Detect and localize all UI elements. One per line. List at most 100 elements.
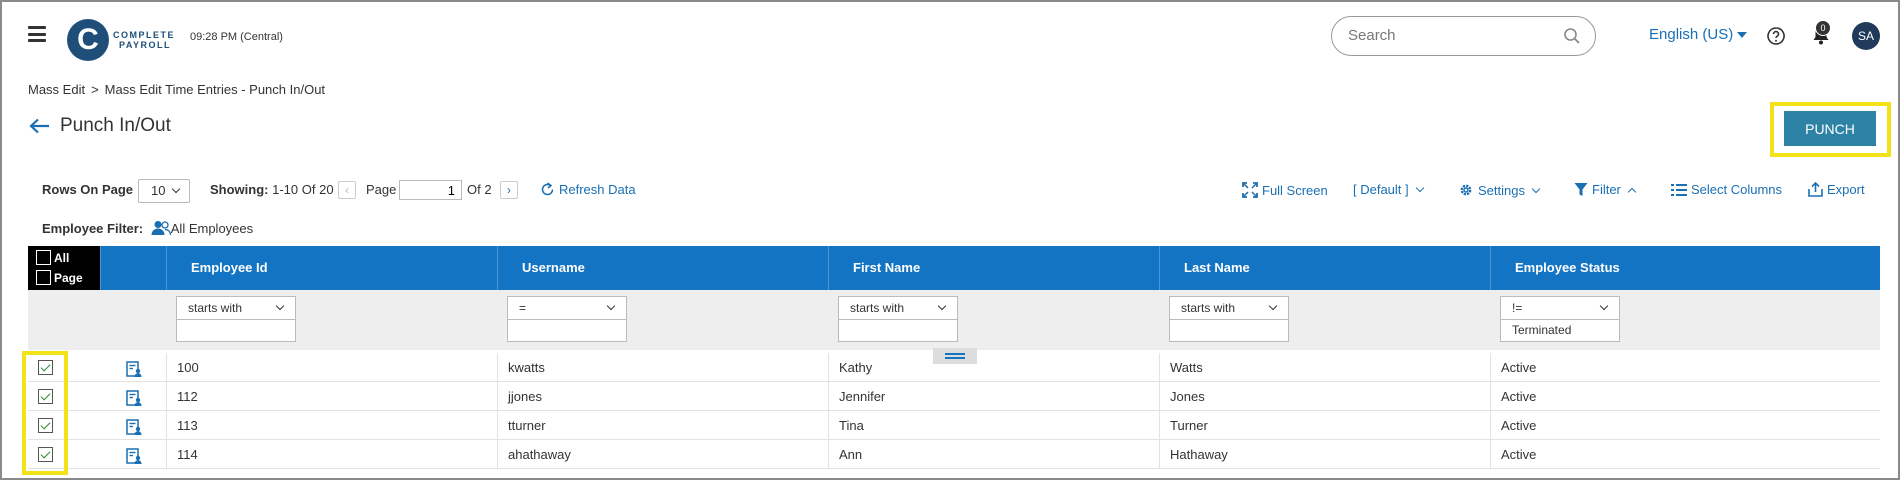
filter-operator-select[interactable]: starts with	[176, 296, 296, 320]
breadcrumb: Mass Edit > Mass Edit Time Entries - Punch…	[28, 82, 325, 97]
select-page-checkbox[interactable]	[36, 270, 51, 285]
clock-text: 09:28 PM (Central)	[190, 31, 283, 43]
chevron-up-icon	[1627, 187, 1637, 197]
filter-value-input[interactable]	[1169, 320, 1289, 342]
cell-employee-id: 114	[166, 440, 497, 469]
employee-filter-selector[interactable]: All Employees	[151, 221, 253, 236]
employee-record-icon[interactable]	[126, 361, 142, 377]
filter-last-name: starts with	[1169, 296, 1289, 342]
filter-operator-value: !=	[1512, 301, 1523, 315]
employee-record-icon[interactable]	[126, 448, 142, 464]
export-icon	[1808, 181, 1823, 197]
chevron-down-icon	[1531, 184, 1541, 194]
employee-filter: Employee Filter: All Employees	[42, 220, 253, 236]
default-view-dropdown[interactable]: [ Default ]	[1353, 182, 1424, 197]
rows-on-page-label: Rows On Page	[42, 182, 134, 197]
export-label: Export	[1827, 182, 1865, 197]
avatar[interactable]: SA	[1852, 22, 1880, 50]
help-icon[interactable]	[1766, 26, 1786, 46]
header-employee-status[interactable]: Employee Status	[1490, 246, 1880, 290]
header-last-name[interactable]: Last Name	[1159, 246, 1490, 290]
logo-line1: COMPLETE	[113, 30, 176, 40]
cell-first-name: Ann	[828, 440, 1159, 469]
app-window: C COMPLETE PAYROLL 09:28 PM (Central) En…	[0, 0, 1900, 480]
cell-username: kwatts	[497, 353, 828, 382]
filter-label: Filter	[1592, 182, 1621, 197]
hamburger-menu-icon[interactable]	[28, 26, 46, 42]
filter-toggle[interactable]: Filter	[1574, 182, 1637, 197]
gear-icon	[1460, 184, 1472, 196]
filter-employee-id: starts with	[176, 296, 296, 342]
employee-record-icon[interactable]	[126, 390, 142, 406]
refresh-label: Refresh Data	[559, 182, 636, 197]
select-all-checkbox[interactable]	[36, 250, 51, 265]
select-header: All Page	[28, 246, 100, 290]
full-screen-button[interactable]: Full Screen	[1242, 182, 1328, 198]
chevron-down-icon	[606, 301, 616, 311]
select-columns-label: Select Columns	[1691, 182, 1783, 197]
cell-last-name: Jones	[1159, 382, 1490, 411]
employee-record-icon[interactable]	[126, 419, 142, 435]
header-first-name[interactable]: First Name	[828, 246, 1159, 290]
cell-first-name: Kathy	[828, 353, 1159, 382]
language-selector[interactable]: English (US)	[1649, 26, 1748, 43]
funnel-icon	[1574, 183, 1588, 196]
rows-on-page-select[interactable]: 10	[138, 179, 190, 203]
grid-filter-row: starts with = starts with starts with !=…	[28, 290, 1880, 350]
chevron-down-icon	[172, 184, 181, 194]
logo[interactable]: C COMPLETE PAYROLL	[67, 19, 175, 61]
cell-username: tturner	[497, 411, 828, 440]
checkbox-highlight	[22, 351, 68, 475]
table-row[interactable]: 114 ahathaway Ann Hathaway Active	[28, 440, 1880, 469]
filter-operator-value: starts with	[1181, 301, 1236, 315]
search-input[interactable]	[1348, 27, 1568, 44]
cell-username: ahathaway	[497, 440, 828, 469]
filter-value-input[interactable]	[176, 320, 296, 342]
next-page-button[interactable]: ›	[500, 181, 518, 199]
table-row[interactable]: 112 jjones Jennifer Jones Active	[28, 382, 1880, 411]
filter-operator-value: starts with	[850, 301, 905, 315]
table-row[interactable]: 100 kwatts Kathy Watts Active	[28, 353, 1880, 382]
filter-value-input[interactable]: Terminated	[1500, 320, 1620, 342]
header-action-column	[100, 246, 166, 290]
filter-operator-value: =	[519, 301, 527, 315]
grid-header-row: All Page Employee Id Username First Name…	[28, 246, 1880, 290]
filter-operator-select[interactable]: starts with	[1169, 296, 1289, 320]
filter-operator-select[interactable]: starts with	[838, 296, 958, 320]
back-arrow-icon[interactable]	[29, 118, 51, 134]
punch-button[interactable]: PUNCH	[1784, 111, 1876, 146]
columns-icon	[1671, 184, 1687, 196]
settings-dropdown[interactable]: Settings	[1458, 182, 1541, 198]
select-all-control[interactable]: All	[36, 250, 69, 265]
caret-down-icon	[1737, 32, 1748, 39]
select-page-control[interactable]: Page	[36, 270, 83, 285]
search-box[interactable]	[1331, 16, 1596, 56]
notification-badge: 0	[1815, 20, 1831, 36]
refresh-data-button[interactable]: Refresh Data	[540, 182, 636, 197]
header-username[interactable]: Username	[497, 246, 828, 290]
logo-mark: C	[67, 19, 109, 61]
cell-username: jjones	[497, 382, 828, 411]
breadcrumb-item-mass-edit[interactable]: Mass Edit	[28, 82, 85, 97]
prev-page-button[interactable]: ‹	[338, 181, 356, 199]
showing-label: Showing:	[210, 182, 269, 197]
filter-value-input[interactable]	[507, 320, 627, 342]
employee-filter-label: Employee Filter:	[42, 221, 144, 236]
cell-employee-status: Active	[1490, 353, 1880, 382]
filter-username: =	[507, 296, 627, 342]
breadcrumb-item-current: Mass Edit Time Entries - Punch In/Out	[104, 82, 326, 97]
page-number-input[interactable]	[399, 180, 462, 200]
expand-icon	[1242, 182, 1258, 198]
cell-first-name: Jennifer	[828, 382, 1159, 411]
filter-value-input[interactable]	[838, 320, 958, 342]
logo-text: COMPLETE PAYROLL	[113, 30, 175, 50]
search-icon[interactable]	[1563, 27, 1581, 45]
select-columns-button[interactable]: Select Columns	[1671, 182, 1782, 197]
filter-first-name: starts with	[838, 296, 958, 342]
filter-employee-status: != Terminated	[1500, 296, 1620, 342]
filter-operator-select[interactable]: !=	[1500, 296, 1620, 320]
filter-operator-select[interactable]: =	[507, 296, 627, 320]
header-employee-id[interactable]: Employee Id	[166, 246, 497, 290]
table-row[interactable]: 113 tturner Tina Turner Active	[28, 411, 1880, 440]
export-button[interactable]: Export	[1808, 181, 1865, 197]
